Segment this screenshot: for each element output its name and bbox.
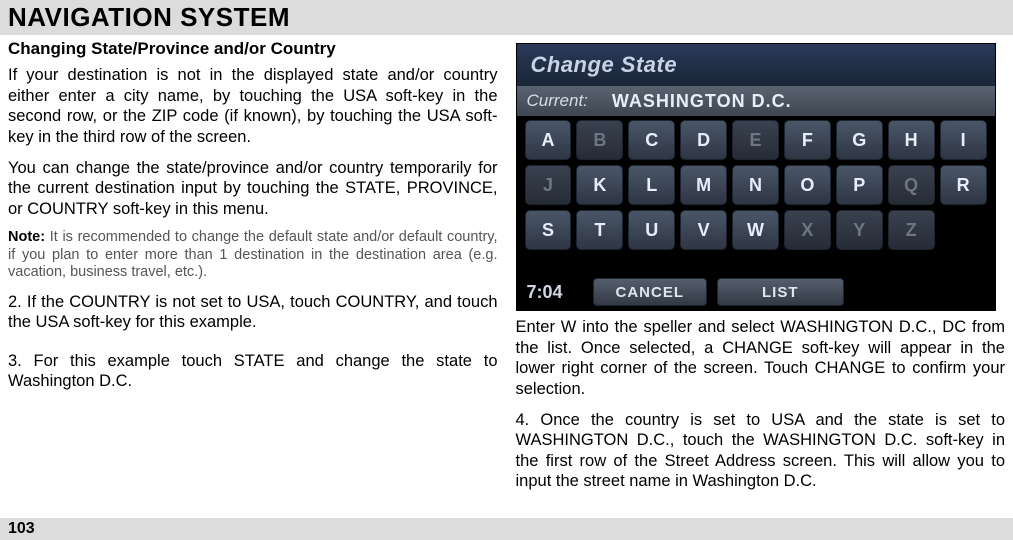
paragraph: If your destination is not in the displa… xyxy=(8,65,498,148)
nav-key-a[interactable]: A xyxy=(525,120,572,160)
nav-cancel-button[interactable]: CANCEL xyxy=(593,278,708,306)
nav-current-bar: Current: WASHINGTON D.C. xyxy=(517,86,995,116)
nav-keyboard-row: A B C D E F G H I xyxy=(525,120,987,160)
right-column: Change State Current: WASHINGTON D.C. A … xyxy=(516,35,1006,502)
nav-key-y: Y xyxy=(836,210,883,250)
nav-key-g[interactable]: G xyxy=(836,120,883,160)
nav-screen-header: Change State xyxy=(517,44,995,86)
nav-key-m[interactable]: M xyxy=(680,165,727,205)
paragraph: Enter W into the speller and select WASH… xyxy=(516,317,1006,400)
nav-key-l[interactable]: L xyxy=(628,165,675,205)
nav-key-c[interactable]: C xyxy=(628,120,675,160)
nav-clock: 7:04 xyxy=(527,282,583,303)
title-bar: NAVIGATION SYSTEM xyxy=(0,0,1013,35)
content-columns: Changing State/Province and/or Country I… xyxy=(0,35,1013,502)
nav-key-u[interactable]: U xyxy=(628,210,675,250)
nav-key-x: X xyxy=(784,210,831,250)
paragraph: 2. If the COUNTRY is not set to USA, tou… xyxy=(8,292,498,333)
section-subhead: Changing State/Province and/or Country xyxy=(8,39,498,59)
nav-key-b: B xyxy=(576,120,623,160)
nav-key-f[interactable]: F xyxy=(784,120,831,160)
paragraph: You can change the state/province and/or… xyxy=(8,158,498,220)
nav-keyboard: A B C D E F G H I J K xyxy=(525,120,987,255)
nav-key-r[interactable]: R xyxy=(940,165,987,205)
nav-key-t[interactable]: T xyxy=(576,210,623,250)
nav-keyboard-row: S T U V W X Y Z xyxy=(525,210,987,250)
nav-key-q: Q xyxy=(888,165,935,205)
manual-page: NAVIGATION SYSTEM Changing State/Provinc… xyxy=(0,0,1013,540)
nav-key-h[interactable]: H xyxy=(888,120,935,160)
nav-key-s[interactable]: S xyxy=(525,210,572,250)
paragraph: 4. Once the country is set to USA and th… xyxy=(516,410,1006,493)
note-paragraph: Note: It is recommended to change the de… xyxy=(8,229,498,281)
nav-key-d[interactable]: D xyxy=(680,120,727,160)
page-number: 103 xyxy=(0,518,1013,540)
nav-bottom-bar: 7:04 CANCEL LIST xyxy=(517,274,995,310)
left-column: Changing State/Province and/or Country I… xyxy=(8,35,498,502)
nav-keyboard-row: J K L M N O P Q R xyxy=(525,165,987,205)
note-label: Note: xyxy=(8,229,45,245)
nav-key-v[interactable]: V xyxy=(680,210,727,250)
nav-key-k[interactable]: K xyxy=(576,165,623,205)
nav-key-j: J xyxy=(525,165,572,205)
nav-list-button[interactable]: LIST xyxy=(717,278,844,306)
paragraph: 3. For this example touch STATE and chan… xyxy=(8,351,498,392)
note-body: It is recommended to change the default … xyxy=(8,229,498,280)
nav-screen: Change State Current: WASHINGTON D.C. A … xyxy=(516,43,996,311)
nav-key-p[interactable]: P xyxy=(836,165,883,205)
nav-key-n[interactable]: N xyxy=(732,165,779,205)
nav-current-value: WASHINGTON D.C. xyxy=(612,91,792,112)
page-title: NAVIGATION SYSTEM xyxy=(8,2,1005,33)
nav-screenshot: Change State Current: WASHINGTON D.C. A … xyxy=(516,43,1006,311)
nav-screen-title: Change State xyxy=(531,52,678,78)
nav-key-i[interactable]: I xyxy=(940,120,987,160)
nav-key-w[interactable]: W xyxy=(732,210,779,250)
nav-current-label: Current: xyxy=(527,91,588,111)
nav-key-e: E xyxy=(732,120,779,160)
nav-key-z: Z xyxy=(888,210,935,250)
nav-key-o[interactable]: O xyxy=(784,165,831,205)
